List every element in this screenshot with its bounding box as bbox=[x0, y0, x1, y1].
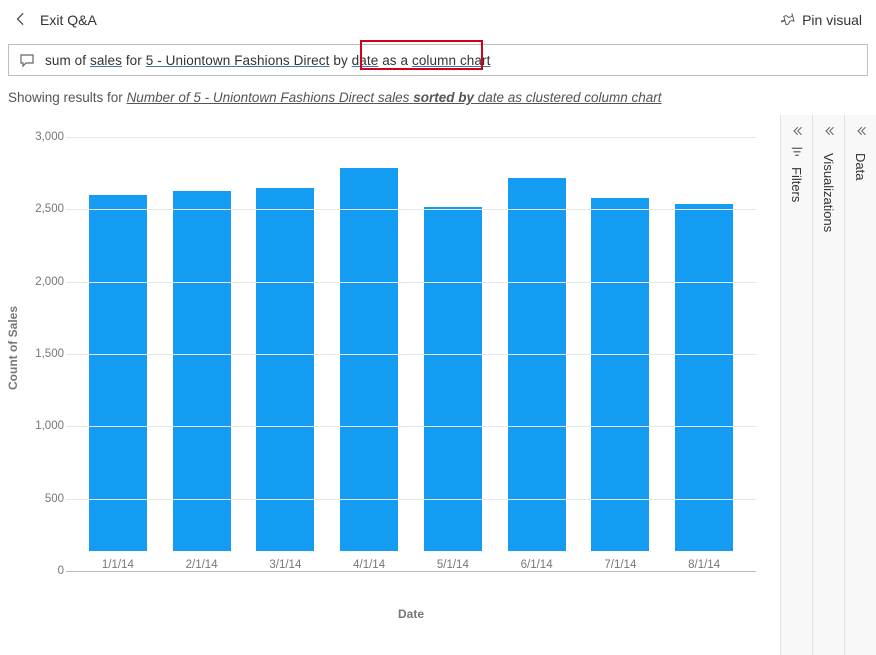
filter-icon bbox=[790, 145, 804, 162]
filters-label: Filters bbox=[789, 167, 804, 202]
pin-visual-button[interactable]: Pin visual bbox=[781, 11, 862, 29]
chevron-collapse-icon bbox=[791, 125, 803, 140]
data-label: Data bbox=[853, 153, 868, 180]
column-chart: Count of Sales 1/1/142/1/143/1/144/1/145… bbox=[8, 125, 768, 625]
data-panel-collapsed[interactable]: Data bbox=[844, 115, 876, 655]
query-token-date: date bbox=[352, 53, 379, 68]
visualizations-label: Visualizations bbox=[821, 153, 836, 232]
bar-slot: 7/1/14 bbox=[579, 198, 663, 571]
chart-area: Count of Sales 1/1/14 2/1/14 3/1/14 4/1/14 5… bbox=[0, 115, 780, 655]
visualizations-panel-collapsed[interactable]: Visualizations bbox=[812, 115, 844, 655]
query-text-part: sum of bbox=[45, 53, 90, 68]
x-tick: 4/1/14 bbox=[353, 559, 385, 571]
x-tick: 8/1/14 bbox=[688, 559, 720, 571]
gridline bbox=[66, 354, 756, 355]
y-tick: 2,000 bbox=[30, 276, 64, 288]
x-tick: 1/1/14 bbox=[102, 559, 134, 571]
y-axis-label: Count of Sales bbox=[4, 125, 22, 571]
chevron-collapse-icon bbox=[823, 125, 835, 140]
x-axis-label: Date bbox=[66, 607, 756, 621]
y-tick: 0 bbox=[30, 565, 64, 577]
query-text-part: as a bbox=[378, 53, 412, 68]
x-tick: 5/1/14 bbox=[437, 559, 469, 571]
results-description: Showing results for Number of 5 - Uniont… bbox=[0, 82, 876, 115]
x-tick: 3/1/14 bbox=[269, 559, 301, 571]
bar[interactable] bbox=[89, 195, 147, 551]
query-token-sales: sales bbox=[90, 53, 122, 68]
bar-slot: 8/1/14 bbox=[662, 204, 746, 571]
bar[interactable] bbox=[340, 168, 398, 551]
pin-label: Pin visual bbox=[802, 12, 862, 28]
gridline bbox=[66, 137, 756, 138]
y-tick: 1,000 bbox=[30, 420, 64, 432]
gridline bbox=[66, 282, 756, 283]
x-tick: 2/1/14 bbox=[186, 559, 218, 571]
plot-area: 1/1/14 2/1/14 3/1/14 4/1/14 5/1/14 6/1/14 7/1/… bbox=[66, 137, 756, 571]
x-tick: 7/1/14 bbox=[604, 559, 636, 571]
exit-qna-button[interactable]: Exit Q&A bbox=[14, 12, 97, 29]
y-tick: 1,500 bbox=[30, 348, 64, 360]
exit-label: Exit Q&A bbox=[40, 12, 97, 28]
qna-input[interactable]: sum of sales for 5 - Uniontown Fashions … bbox=[8, 44, 868, 76]
query-text-part: by bbox=[329, 53, 351, 68]
query-text-part: for bbox=[122, 53, 146, 68]
bar-slot: 5/1/14 bbox=[411, 207, 495, 571]
bar[interactable] bbox=[256, 188, 314, 551]
results-prefix: Showing results for bbox=[8, 90, 127, 105]
gridline bbox=[66, 499, 756, 500]
query-text: sum of sales for 5 - Uniontown Fashions … bbox=[45, 53, 857, 68]
gridline bbox=[66, 426, 756, 427]
bar-slot: 6/1/14 bbox=[495, 178, 579, 571]
bar-slot: 2/1/14 bbox=[160, 191, 244, 571]
query-token-chart: column chart bbox=[412, 53, 490, 68]
y-tick: 500 bbox=[30, 493, 64, 505]
bar-slot: 1/1/14 bbox=[76, 195, 160, 571]
x-axis-line bbox=[66, 571, 756, 572]
filters-panel-collapsed[interactable]: Filters bbox=[780, 115, 812, 655]
bar[interactable] bbox=[508, 178, 566, 551]
pin-icon bbox=[781, 11, 796, 29]
y-tick: 2,500 bbox=[30, 203, 64, 215]
header-bar: Exit Q&A Pin visual bbox=[0, 0, 876, 40]
chevron-collapse-icon bbox=[855, 125, 867, 140]
y-tick: 3,000 bbox=[30, 131, 64, 143]
query-row: sum of sales for 5 - Uniontown Fashions … bbox=[0, 40, 876, 82]
bar-slot: 3/1/14 bbox=[244, 188, 328, 571]
gridline bbox=[66, 209, 756, 210]
x-tick: 6/1/14 bbox=[521, 559, 553, 571]
results-link[interactable]: Number of 5 - Uniontown Fashions Direct … bbox=[127, 90, 662, 105]
main-area: Count of Sales 1/1/14 2/1/14 3/1/14 4/1/14 5… bbox=[0, 115, 876, 655]
query-token-store: 5 - Uniontown Fashions Direct bbox=[146, 53, 330, 68]
speech-bubble-icon bbox=[19, 52, 35, 68]
side-panels: Filters Visualizations Data bbox=[780, 115, 876, 655]
bar-slot: 4/1/14 bbox=[327, 168, 411, 571]
chevron-left-icon bbox=[14, 12, 28, 29]
bar[interactable] bbox=[173, 191, 231, 551]
